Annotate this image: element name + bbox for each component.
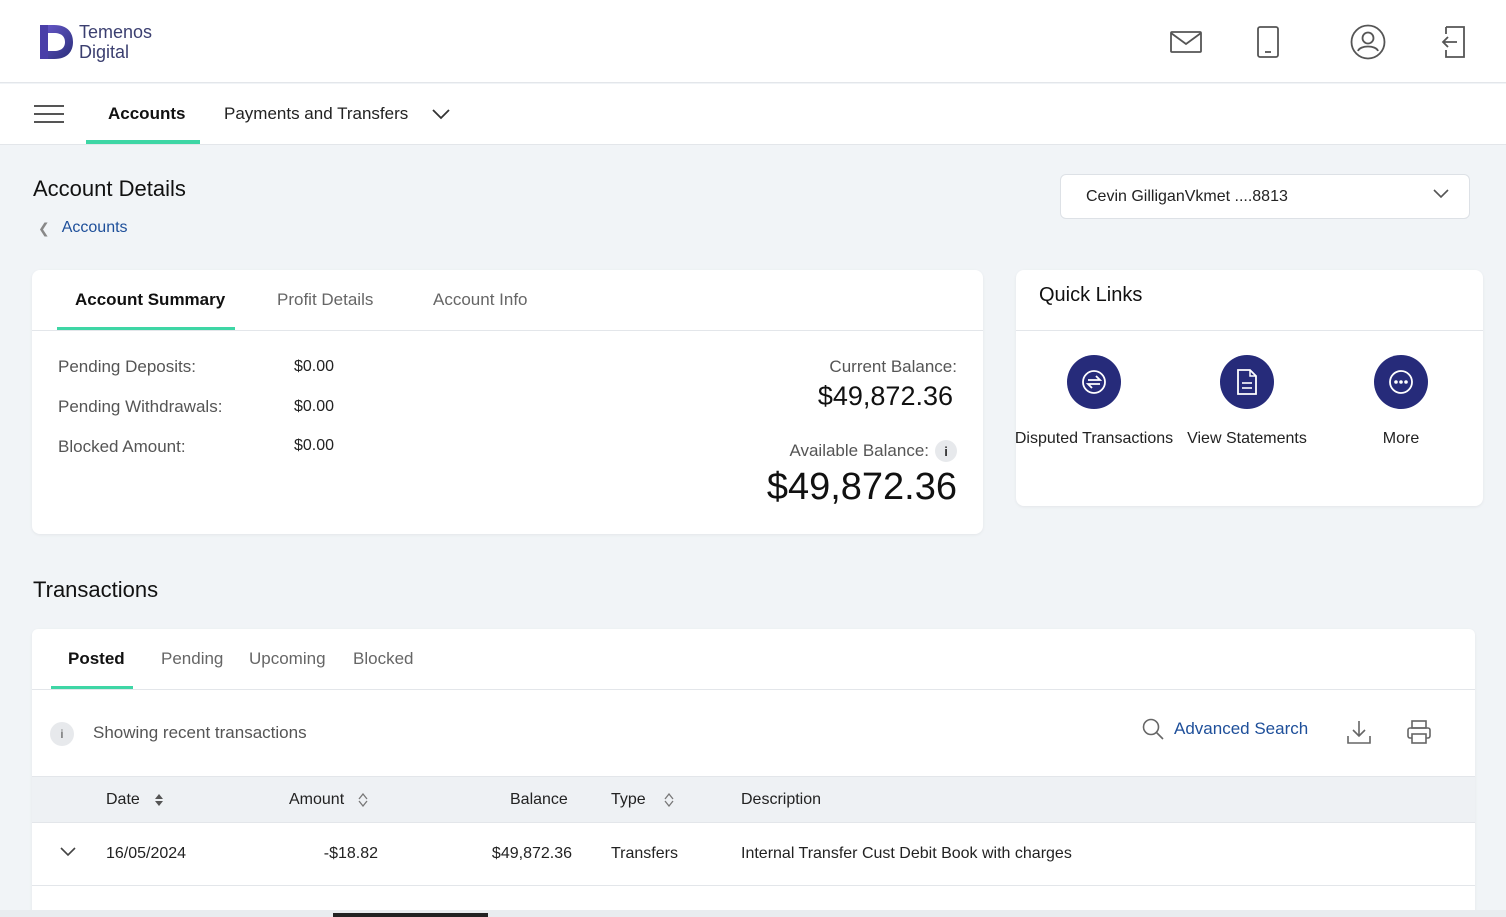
- quick-links-title: Quick Links: [1039, 284, 1143, 306]
- blocked-amount-label: Blocked Amount:: [58, 437, 186, 456]
- more-icon: [1374, 355, 1428, 409]
- column-header-type[interactable]: Type: [611, 791, 674, 809]
- pending-deposits-label: Pending Deposits:: [58, 357, 196, 376]
- main-nav: Accounts Payments and Transfers: [0, 84, 1506, 145]
- logo-line-2: Digital: [79, 42, 130, 62]
- user-profile-icon[interactable]: [1350, 24, 1386, 60]
- logo-mark-icon: [40, 25, 73, 59]
- tab-profit-details[interactable]: Profit Details: [277, 270, 373, 330]
- transactions-card: Posted Pending Upcoming Blocked i Showin…: [32, 629, 1475, 917]
- divider: [1016, 330, 1483, 331]
- column-header-description: Description: [741, 791, 822, 808]
- page-title: Account Details: [33, 176, 186, 201]
- column-label: Type: [611, 791, 646, 808]
- tab-posted[interactable]: Posted: [68, 629, 125, 689]
- pending-withdrawals-label: Pending Withdrawals:: [58, 397, 223, 416]
- account-summary-card: Account Summary Profit Details Account I…: [32, 270, 983, 534]
- available-balance-label: Available Balance:: [789, 441, 929, 460]
- chevron-down-icon: [432, 109, 450, 120]
- column-label: Date: [106, 791, 140, 808]
- transactions-title: Transactions: [33, 577, 159, 602]
- nav-tab-payments-and-transfers[interactable]: Payments and Transfers: [224, 84, 450, 144]
- cell-date: 16/05/2024: [106, 845, 187, 862]
- expand-chevron-icon[interactable]: [60, 847, 76, 857]
- top-header: Temenos Digital: [0, 0, 1506, 83]
- info-icon[interactable]: i: [935, 440, 957, 462]
- document-icon: [1220, 355, 1274, 409]
- tab-active-indicator: [57, 327, 235, 330]
- transactions-toolbar: i Showing recent transactions Advanced S…: [32, 690, 1475, 776]
- search-icon: [1142, 718, 1164, 740]
- current-balance-label: Current Balance:: [829, 357, 957, 376]
- mail-icon[interactable]: [1168, 24, 1204, 60]
- nav-active-indicator: [86, 140, 200, 144]
- nav-tab-accounts[interactable]: Accounts: [108, 84, 185, 144]
- sort-icon: [154, 794, 163, 806]
- logo-line-1: Temenos: [79, 22, 153, 42]
- current-balance-value: $49,872.36: [817, 381, 953, 411]
- pending-withdrawals-value: $0.00: [294, 398, 335, 415]
- dispute-icon: [1067, 355, 1121, 409]
- tab-active-indicator: [51, 686, 133, 689]
- quick-link-label: View Statements: [1187, 430, 1307, 447]
- sort-icon: [358, 793, 368, 807]
- transaction-tabs: Posted Pending Upcoming Blocked: [32, 629, 1475, 690]
- temenos-logo[interactable]: Temenos Digital: [38, 22, 168, 64]
- available-balance-value: $49,872.36: [766, 466, 957, 508]
- tab-pending[interactable]: Pending: [161, 629, 223, 689]
- breadcrumb-label: Accounts: [61, 219, 128, 236]
- cell-amount: -$18.82: [323, 845, 378, 862]
- available-balance-row: Available Balance: i: [789, 440, 957, 462]
- cell-balance: $49,872.36: [491, 845, 572, 862]
- quick-link-label: More: [1382, 430, 1420, 447]
- cell-description: Internal Transfer Cust Debit Book with c…: [741, 845, 1072, 862]
- breadcrumb-accounts[interactable]: ❮ Accounts: [38, 219, 128, 237]
- print-icon[interactable]: [1406, 719, 1432, 745]
- quick-link-label: Disputed Transactions: [1014, 430, 1174, 447]
- quick-link-disputed-transactions[interactable]: Disputed Transactions: [1014, 355, 1174, 450]
- summary-tabs: Account Summary Profit Details Account I…: [32, 270, 983, 331]
- table-row[interactable]: 16/05/2024 -$18.82 $49,872.36 Transfers …: [32, 823, 1475, 886]
- chevron-left-icon: ❮: [38, 219, 50, 236]
- hamburger-menu-icon[interactable]: [34, 105, 64, 125]
- advanced-search-label: Advanced Search: [1174, 719, 1309, 738]
- nav-tab-label: Payments and Transfers: [224, 104, 409, 123]
- pending-deposits-value: $0.00: [294, 358, 335, 375]
- info-icon: i: [50, 722, 74, 746]
- account-selector-value: Cevin GilliganVkmet ....8813: [1086, 187, 1288, 205]
- tab-upcoming[interactable]: Upcoming: [249, 629, 326, 689]
- transactions-table-header: Date Amount Balance Type Description: [32, 776, 1475, 823]
- tab-account-summary[interactable]: Account Summary: [75, 270, 225, 330]
- quick-link-view-statements[interactable]: View Statements: [1167, 355, 1327, 450]
- column-label: Amount: [289, 791, 345, 808]
- blocked-amount-value: $0.00: [294, 437, 335, 454]
- sort-icon: [664, 793, 674, 807]
- showing-recent-text: Showing recent transactions: [93, 723, 307, 742]
- column-header-balance: Balance: [510, 791, 568, 808]
- quick-links-card: Quick Links Disputed Transactions View S…: [1014, 270, 1483, 506]
- scrollbar-thumb[interactable]: [333, 913, 488, 917]
- tab-blocked[interactable]: Blocked: [353, 629, 413, 689]
- tab-account-info[interactable]: Account Info: [433, 270, 528, 330]
- logo-text: Temenos Digital: [79, 22, 152, 62]
- horizontal-scrollbar[interactable]: [0, 910, 1506, 917]
- download-icon[interactable]: [1346, 719, 1372, 745]
- quick-link-more[interactable]: More: [1321, 355, 1481, 450]
- advanced-search-link[interactable]: Advanced Search: [1142, 718, 1308, 740]
- cell-type: Transfers: [611, 845, 678, 862]
- chevron-down-icon: [1433, 189, 1449, 199]
- account-selector-dropdown[interactable]: Cevin GilliganVkmet ....8813: [1060, 174, 1470, 219]
- mobile-icon[interactable]: [1250, 24, 1286, 60]
- column-header-amount[interactable]: Amount: [289, 791, 368, 809]
- logout-icon[interactable]: [1435, 24, 1471, 60]
- column-header-date[interactable]: Date: [106, 791, 164, 809]
